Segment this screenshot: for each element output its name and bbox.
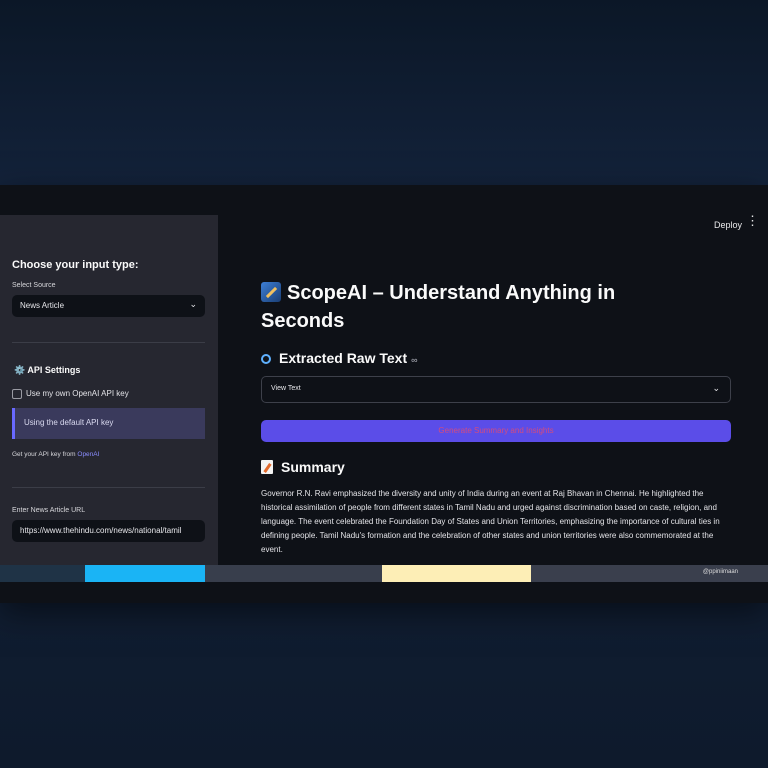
kebab-menu-icon[interactable]: ⋮ xyxy=(746,214,759,227)
select-source-label: Select Source xyxy=(12,282,56,289)
page-title-text: ScopeAI – Understand Anything in Seconds xyxy=(261,282,616,332)
background-bottom xyxy=(0,603,768,768)
pen-icon xyxy=(261,282,281,302)
summary-text: Governor R.N. Ravi emphasized the divers… xyxy=(261,489,720,554)
bottom-segment-dark xyxy=(0,565,85,582)
raw-text-heading-text: Extracted Raw Text xyxy=(279,350,408,366)
url-input-value: https://www.thehindu.com/news/national/t… xyxy=(20,526,182,535)
default-key-info: Using the default API key xyxy=(12,408,205,439)
own-api-key-checkbox[interactable] xyxy=(12,389,22,399)
sidebar-heading: Choose your input type: xyxy=(12,259,139,271)
summary-heading: Summary xyxy=(261,459,345,475)
source-select[interactable]: News Article ⌄ xyxy=(12,295,205,317)
sidebar-divider-2 xyxy=(12,487,205,488)
bottom-bar: @ppiniimaan xyxy=(0,565,768,582)
anchor-link-icon[interactable]: ∞ xyxy=(411,355,417,365)
view-text-expander[interactable]: View Text ⌄ xyxy=(261,376,731,403)
magnifier-icon xyxy=(261,354,271,364)
chevron-down-icon: ⌄ xyxy=(189,299,197,309)
app-window: Deploy ⋮ Choose your input type: Select … xyxy=(0,185,768,603)
main-content: ScopeAI – Understand Anything in Seconds… xyxy=(218,238,768,565)
chevron-down-icon: ⌄ xyxy=(712,383,720,393)
get-api-key-prefix: Get your API key from xyxy=(12,451,76,458)
raw-text-heading: Extracted Raw Text ∞ xyxy=(261,350,418,366)
sidebar-divider xyxy=(12,342,205,343)
view-text-label: View Text xyxy=(271,385,301,392)
api-settings-title: ⚙️ API Settings xyxy=(14,365,81,375)
summary-heading-text: Summary xyxy=(281,459,345,475)
default-key-info-text: Using the default API key xyxy=(24,418,114,427)
url-input[interactable]: https://www.thehindu.com/news/national/t… xyxy=(12,520,205,542)
sidebar: Choose your input type: Select Source Ne… xyxy=(0,215,218,565)
bottom-segment-blue xyxy=(85,565,205,582)
background-top xyxy=(0,0,768,185)
bottom-bar-text: @ppiniimaan xyxy=(702,569,738,575)
source-select-value: News Article xyxy=(20,301,65,310)
generate-summary-label: Generate Summary and Insights xyxy=(438,426,554,435)
bottom-segment-cream xyxy=(382,565,531,582)
own-api-key-label: Use my own OpenAI API key xyxy=(26,389,129,398)
deploy-button[interactable]: Deploy xyxy=(714,220,742,230)
bottom-segment-gray xyxy=(205,565,382,582)
app-header: Deploy ⋮ xyxy=(218,185,768,238)
get-api-key-text: Get your API key from OpenAI xyxy=(12,451,99,458)
openai-link[interactable]: OpenAI xyxy=(77,451,99,458)
page-title: ScopeAI – Understand Anything in Seconds xyxy=(261,279,681,335)
generate-summary-button[interactable]: Generate Summary and Insights xyxy=(261,420,731,442)
memo-icon xyxy=(261,460,273,474)
url-label: Enter News Article URL xyxy=(12,507,86,514)
